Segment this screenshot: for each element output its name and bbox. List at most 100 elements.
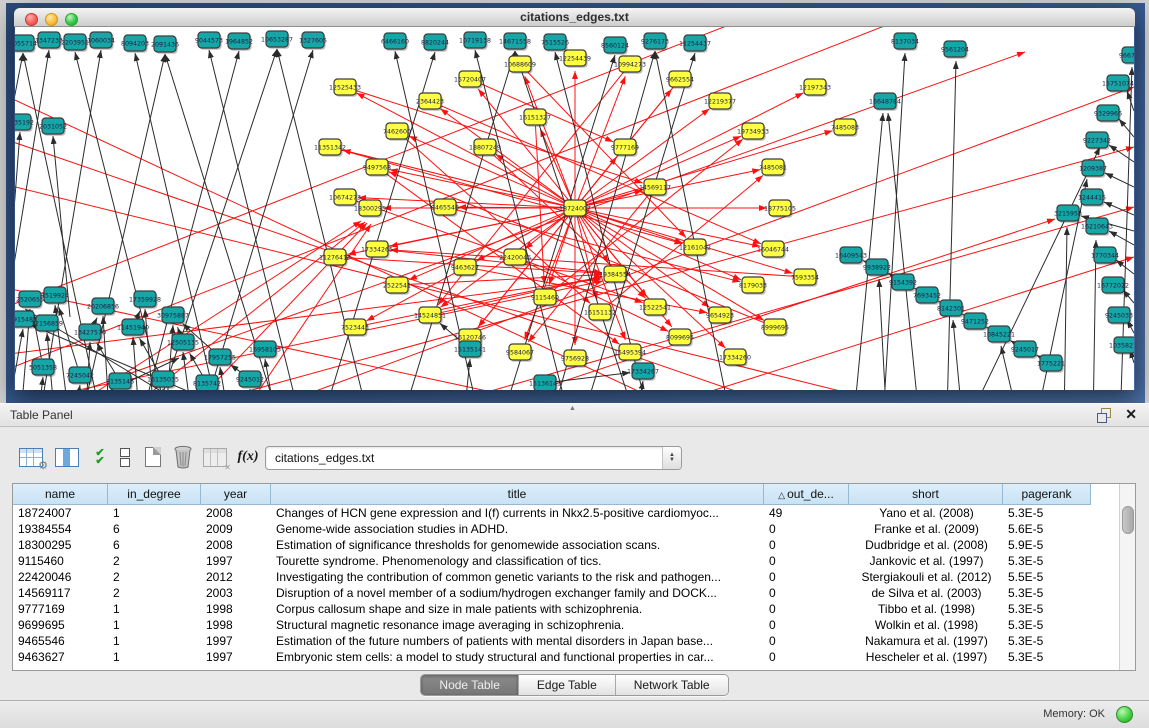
tab-edge-table[interactable]: Edge Table: [519, 675, 616, 695]
table-cell: Nakamura et al. (1997): [849, 633, 1003, 649]
graph-node-label: 8137034: [891, 38, 919, 45]
graph-node-label: 18775105: [764, 205, 796, 212]
table-cell: 0: [764, 537, 849, 553]
function-builder-icon[interactable]: f(x): [234, 443, 262, 471]
table-cell: 14569117: [13, 585, 108, 601]
graph-node-label: 16772022: [1097, 282, 1129, 289]
graph-edge: [635, 381, 643, 390]
graph-node-label: 15136141: [529, 380, 561, 387]
table-cell: Jankovic et al. (1997): [849, 553, 1003, 569]
table-settings-icon[interactable]: ⚙: [16, 443, 46, 471]
graph-node-label: 1519924: [41, 292, 69, 299]
table-cell: 0: [764, 601, 849, 617]
graph-node-label: 2522541: [383, 282, 411, 289]
graph-edge: [15, 53, 23, 327]
graph-node-label: 12254439: [559, 55, 591, 62]
graph-node-label: 10994273: [614, 61, 646, 68]
column-header-short[interactable]: short: [849, 484, 1003, 505]
table-scrollbar[interactable]: [1119, 484, 1135, 670]
graph-node-label: 2031052: [39, 123, 67, 130]
table-row[interactable]: 969969511998Structural magnetic resonanc…: [13, 617, 1135, 633]
close-panel-icon[interactable]: ✕: [1125, 406, 1137, 423]
scrollbar-thumb[interactable]: [1122, 506, 1134, 534]
graph-node-label: 17334267: [627, 368, 659, 375]
table-cell: 1998: [201, 617, 271, 633]
graph-node-label: 1964852: [225, 38, 253, 45]
status-bar: Memory: OK: [0, 700, 1149, 728]
graph-node-label: 9154392: [889, 279, 917, 286]
column-header-title[interactable]: title: [271, 484, 764, 505]
delete-table-icon[interactable]: [170, 443, 196, 471]
column-header-out_de[interactable]: △out_de...: [764, 484, 849, 505]
table-cell: 0: [764, 569, 849, 585]
graph-node-label: 16409543: [835, 252, 867, 259]
table-row[interactable]: 2242004622012Investigating the contribut…: [13, 569, 1135, 585]
select-columns-icon[interactable]: [52, 443, 82, 471]
column-header-name[interactable]: name: [13, 484, 108, 505]
memory-status-icon[interactable]: [1116, 706, 1133, 723]
graph-node-label: 9667954: [1119, 52, 1134, 59]
graph-node-label: 19734933: [737, 128, 769, 135]
graph-node-label: 30975887: [157, 312, 189, 319]
graph-node-label: 9115460: [531, 294, 559, 301]
table-row[interactable]: 1830029562008Estimation of significance …: [13, 537, 1135, 553]
table-cell: Changes of HCN gene expression and I(f) …: [271, 505, 764, 521]
column-header-pagerank[interactable]: pagerank: [1003, 484, 1091, 505]
network-canvas[interactable]: 1872400712254439109942739662554122193771…: [15, 27, 1134, 390]
graph-edge: [220, 367, 230, 390]
graph-edge: [15, 329, 23, 390]
graph-node-label: 11276413: [319, 254, 351, 261]
table-row[interactable]: 1456911722003Disruption of a novel membe…: [13, 585, 1135, 601]
float-panel-icon[interactable]: [1097, 408, 1111, 422]
graph-node-label: 7693452: [913, 292, 941, 299]
table-cell: Tourette syndrome. Phenomenology and cla…: [271, 553, 764, 569]
table-cell: 5.3E-5: [1003, 601, 1091, 617]
graph-edge: [225, 224, 371, 390]
column-header-year[interactable]: year: [201, 484, 271, 505]
graph-node-label: 11254437: [679, 40, 711, 47]
column-header-in_degree[interactable]: in_degree: [108, 484, 201, 505]
graph-edge: [265, 359, 277, 390]
table-cell: 1: [108, 617, 201, 633]
graph-node-label: 7515526: [541, 39, 569, 46]
table-row[interactable]: 911546021997Tourette syndrome. Phenomeno…: [13, 553, 1135, 569]
table-cell: Disruption of a novel member of a sodium…: [271, 585, 764, 601]
graph-node-label: 9584067: [506, 349, 534, 356]
graph-node-label: 22420046: [499, 254, 531, 261]
row-checks-icon[interactable]: ✔✔: [88, 443, 112, 471]
graph-node-label: 9497568: [363, 164, 391, 171]
panel-rows-icon[interactable]: [116, 443, 134, 471]
split-pane-grip-icon[interactable]: ▲: [569, 405, 576, 412]
table-cell: 1: [108, 649, 201, 665]
table-row[interactable]: 946362711997Embryonic stem cells: a mode…: [13, 649, 1135, 665]
graph-edge: [1119, 119, 1134, 137]
table-cell: Tibbo et al. (1998): [849, 601, 1003, 617]
graph-node-label: 17957255: [204, 354, 236, 361]
table-cell: Hescheler et al. (1997): [849, 649, 1003, 665]
table-cell: 6: [108, 537, 201, 553]
tab-network-table[interactable]: Network Table: [616, 675, 728, 695]
import-table-disabled-icon[interactable]: [200, 443, 230, 471]
table-row[interactable]: 946554611997Estimation of the future num…: [13, 633, 1135, 649]
table-row[interactable]: 977716911998Corpus callosum shape and si…: [13, 601, 1135, 617]
table-cell: 5.3E-5: [1003, 617, 1091, 633]
table-toolbar: ⚙ ✔✔ f(x) cita: [0, 439, 1149, 481]
graph-node-label: 12522541: [639, 304, 671, 311]
table-row[interactable]: 1938455462009Genome-wide association stu…: [13, 521, 1135, 537]
table-cell: 1997: [201, 649, 271, 665]
table-body: 1872400712008Changes of HCN gene express…: [13, 505, 1135, 665]
graph-node-label: 7462600: [383, 128, 411, 135]
table-row[interactable]: 1872400712008Changes of HCN gene express…: [13, 505, 1135, 521]
table-cell: 2: [108, 553, 201, 569]
new-table-icon[interactable]: [140, 443, 166, 471]
table-cell: Estimation of the future numbers of pati…: [271, 633, 764, 649]
graph-node-label: 2520655: [16, 296, 44, 303]
tab-node-table[interactable]: Node Table: [421, 675, 519, 695]
table-panel: Table Panel ▲ ✕ ⚙ ✔✔: [0, 403, 1149, 700]
graph-node-label: 7523443: [341, 324, 369, 331]
graph-node-label: 9135146: [106, 378, 134, 385]
graph-node-label: 17334260: [719, 354, 751, 361]
table-select-dropdown[interactable]: citations_edges.txt ▲▼: [265, 446, 682, 470]
table-cell: 0: [764, 649, 849, 665]
network-window-titlebar[interactable]: citations_edges.txt: [14, 8, 1135, 27]
